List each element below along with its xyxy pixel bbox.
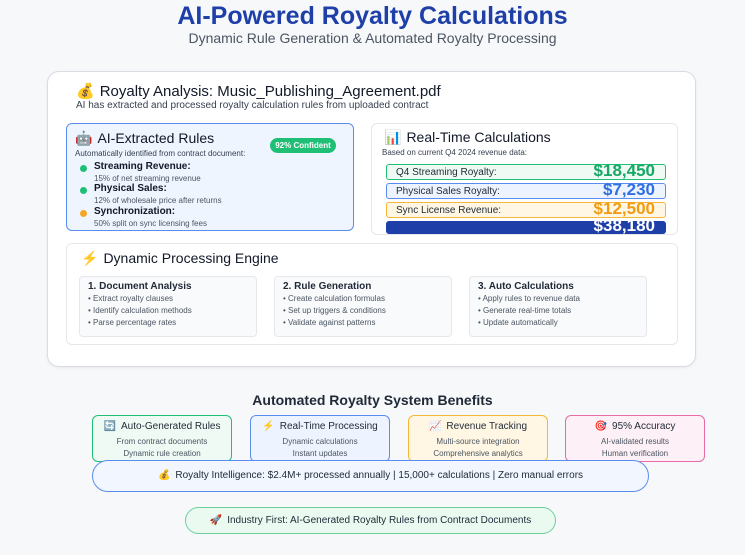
rule-description: 50% split on sync licensing fees: [94, 219, 207, 228]
benefit-real-time-processing: ⚡ Real-Time Processing Dynamic calculatio…: [250, 415, 390, 462]
benefit-line: Multi-source integration: [436, 437, 520, 446]
benefit-title: Auto-Generated Rules: [120, 421, 221, 432]
calc-value: $18,450: [593, 161, 655, 180]
step-rule-generation: 2. Rule Generation • Create calculation …: [274, 276, 452, 337]
step-item: • Parse percentage rates: [88, 318, 177, 327]
lightning-icon: ⚡: [262, 421, 275, 432]
royalty-analysis-card: 💰 Royalty Analysis: Music_Publishing_Agre…: [47, 71, 696, 367]
step-item: • Generate real-time totals: [478, 306, 572, 315]
royalty-intelligence-banner: 💰 Royalty Intelligence: $2.4M+ processed …: [92, 460, 649, 492]
calc-row-streaming: Q4 Streaming Royalty: $18,450: [386, 161, 666, 180]
real-time-calculations-panel: 📊 Real-Time Calculations Based on current…: [371, 123, 678, 235]
rule-name: Physical Sales:: [94, 183, 167, 194]
rules-subtitle: Automatically identified from contract d…: [75, 149, 246, 158]
rules-heading: 🤖 AI-Extracted Rules: [75, 130, 214, 147]
industry-text: Industry First: AI-Generated Royalty Rul…: [227, 515, 532, 526]
status-dot: [80, 210, 87, 217]
analysis-title: Royalty Analysis: Music_Publishing_Agree…: [99, 83, 441, 100]
industry-first-banner: 🚀 Industry First: AI-Generated Royalty Ru…: [185, 507, 556, 534]
step-document-analysis: 1. Document Analysis • Extract royalty c…: [79, 276, 257, 337]
analysis-heading: 💰 Royalty Analysis: Music_Publishing_Agre…: [76, 82, 441, 100]
step-item: • Validate against patterns: [283, 318, 376, 327]
bar-chart-icon: 📊: [384, 129, 402, 145]
analysis-subtitle: AI has extracted and processed royalty c…: [76, 100, 429, 111]
step-item: • Extract royalty clauses: [88, 294, 174, 303]
calc-heading: 📊 Real-Time Calculations: [384, 129, 551, 146]
benefit-line: AI-validated results: [600, 437, 670, 446]
ai-extracted-rules-panel: 🤖 AI-Extracted Rules 92% Confident Automa…: [66, 123, 354, 231]
rule-description: 12% of wholesale price after returns: [94, 196, 222, 205]
calc-row-physical: Physical Sales Royalty: $7,230: [386, 180, 666, 199]
rules-title: AI-Extracted Rules: [97, 130, 215, 146]
calc-label: Total Q4 Royalties:: [396, 222, 480, 233]
rule-name: Synchronization:: [94, 206, 176, 217]
benefit-line: Instant updates: [292, 449, 348, 458]
calc-row-total: Total Q4 Royalties: $38,180: [386, 216, 666, 235]
benefit-line: Comprehensive analytics: [433, 449, 523, 458]
rule-description: 15% of net streaming revenue: [94, 174, 201, 183]
benefit-auto-generated-rules: 🔄 Auto-Generated Rules From contract docu…: [92, 415, 232, 462]
engine-heading: ⚡ Dynamic Processing Engine: [81, 250, 279, 267]
intelligence-text: Royalty Intelligence: $2.4M+ processed a…: [175, 470, 584, 481]
benefit-title-row: ⚡ Real-Time Processing: [251, 421, 389, 432]
benefit-title-row: 🎯 95% Accuracy: [566, 421, 704, 432]
refresh-icon: 🔄: [103, 421, 116, 432]
target-icon: 🎯: [594, 421, 608, 432]
page-title: AI-Powered Royalty Calculations: [177, 2, 568, 30]
calc-value: $7,230: [603, 180, 655, 199]
benefit-revenue-tracking: 📈 Revenue Tracking Multi-source integrati…: [408, 415, 548, 462]
engine-title: Dynamic Processing Engine: [103, 250, 279, 266]
benefit-accuracy: 🎯 95% Accuracy AI-validated results Human…: [565, 415, 705, 462]
benefit-title: Real-Time Processing: [279, 421, 378, 432]
benefit-line: Human verification: [601, 449, 669, 458]
page-subtitle: Dynamic Rule Generation & Automated Roya…: [188, 30, 557, 46]
benefit-title-row: 🔄 Auto-Generated Rules: [93, 421, 231, 432]
benefit-line: Dynamic calculations: [282, 437, 358, 446]
money-bag-icon: 💰: [157, 470, 171, 481]
step-item: • Set up triggers & conditions: [283, 306, 386, 315]
step-item: • Identify calculation methods: [88, 306, 192, 315]
rule-name: Streaming Revenue:: [94, 161, 191, 172]
rocket-icon: 🚀: [209, 515, 223, 526]
benefit-title: 95% Accuracy: [612, 421, 676, 432]
money-bag-icon: 💰: [76, 83, 95, 100]
calc-label: Sync License Revenue:: [396, 205, 502, 216]
calc-label: Physical Sales Royalty:: [396, 186, 500, 197]
calc-title: Real-Time Calculations: [406, 129, 551, 145]
benefits-heading: Automated Royalty System Benefits: [252, 392, 493, 408]
status-dot: [80, 165, 87, 172]
benefit-line: From contract documents: [116, 437, 208, 446]
benefit-title: Revenue Tracking: [446, 421, 528, 432]
step-title: 2. Rule Generation: [283, 281, 372, 292]
chart-up-icon: 📈: [428, 421, 442, 432]
step-title: 3. Auto Calculations: [478, 281, 574, 292]
step-item: • Update automatically: [478, 318, 558, 327]
lightning-icon: ⚡: [81, 250, 99, 266]
calc-subtitle: Based on current Q4 2024 revenue data:: [382, 148, 527, 157]
benefit-title-row: 📈 Revenue Tracking: [409, 421, 547, 432]
calc-label: Q4 Streaming Royalty:: [396, 167, 497, 178]
status-dot: [80, 187, 87, 194]
step-item: • Apply rules to revenue data: [478, 294, 580, 303]
step-title: 1. Document Analysis: [88, 281, 192, 292]
confidence-badge: 92% Confident: [270, 138, 336, 153]
robot-icon: 🤖: [75, 130, 93, 146]
step-item: • Create calculation formulas: [283, 294, 385, 303]
dynamic-processing-engine-panel: ⚡ Dynamic Processing Engine 1. Document A…: [66, 243, 678, 345]
benefit-line: Dynamic rule creation: [123, 449, 201, 458]
step-auto-calculations: 3. Auto Calculations • Apply rules to re…: [469, 276, 647, 337]
calc-value: $38,180: [593, 216, 655, 235]
